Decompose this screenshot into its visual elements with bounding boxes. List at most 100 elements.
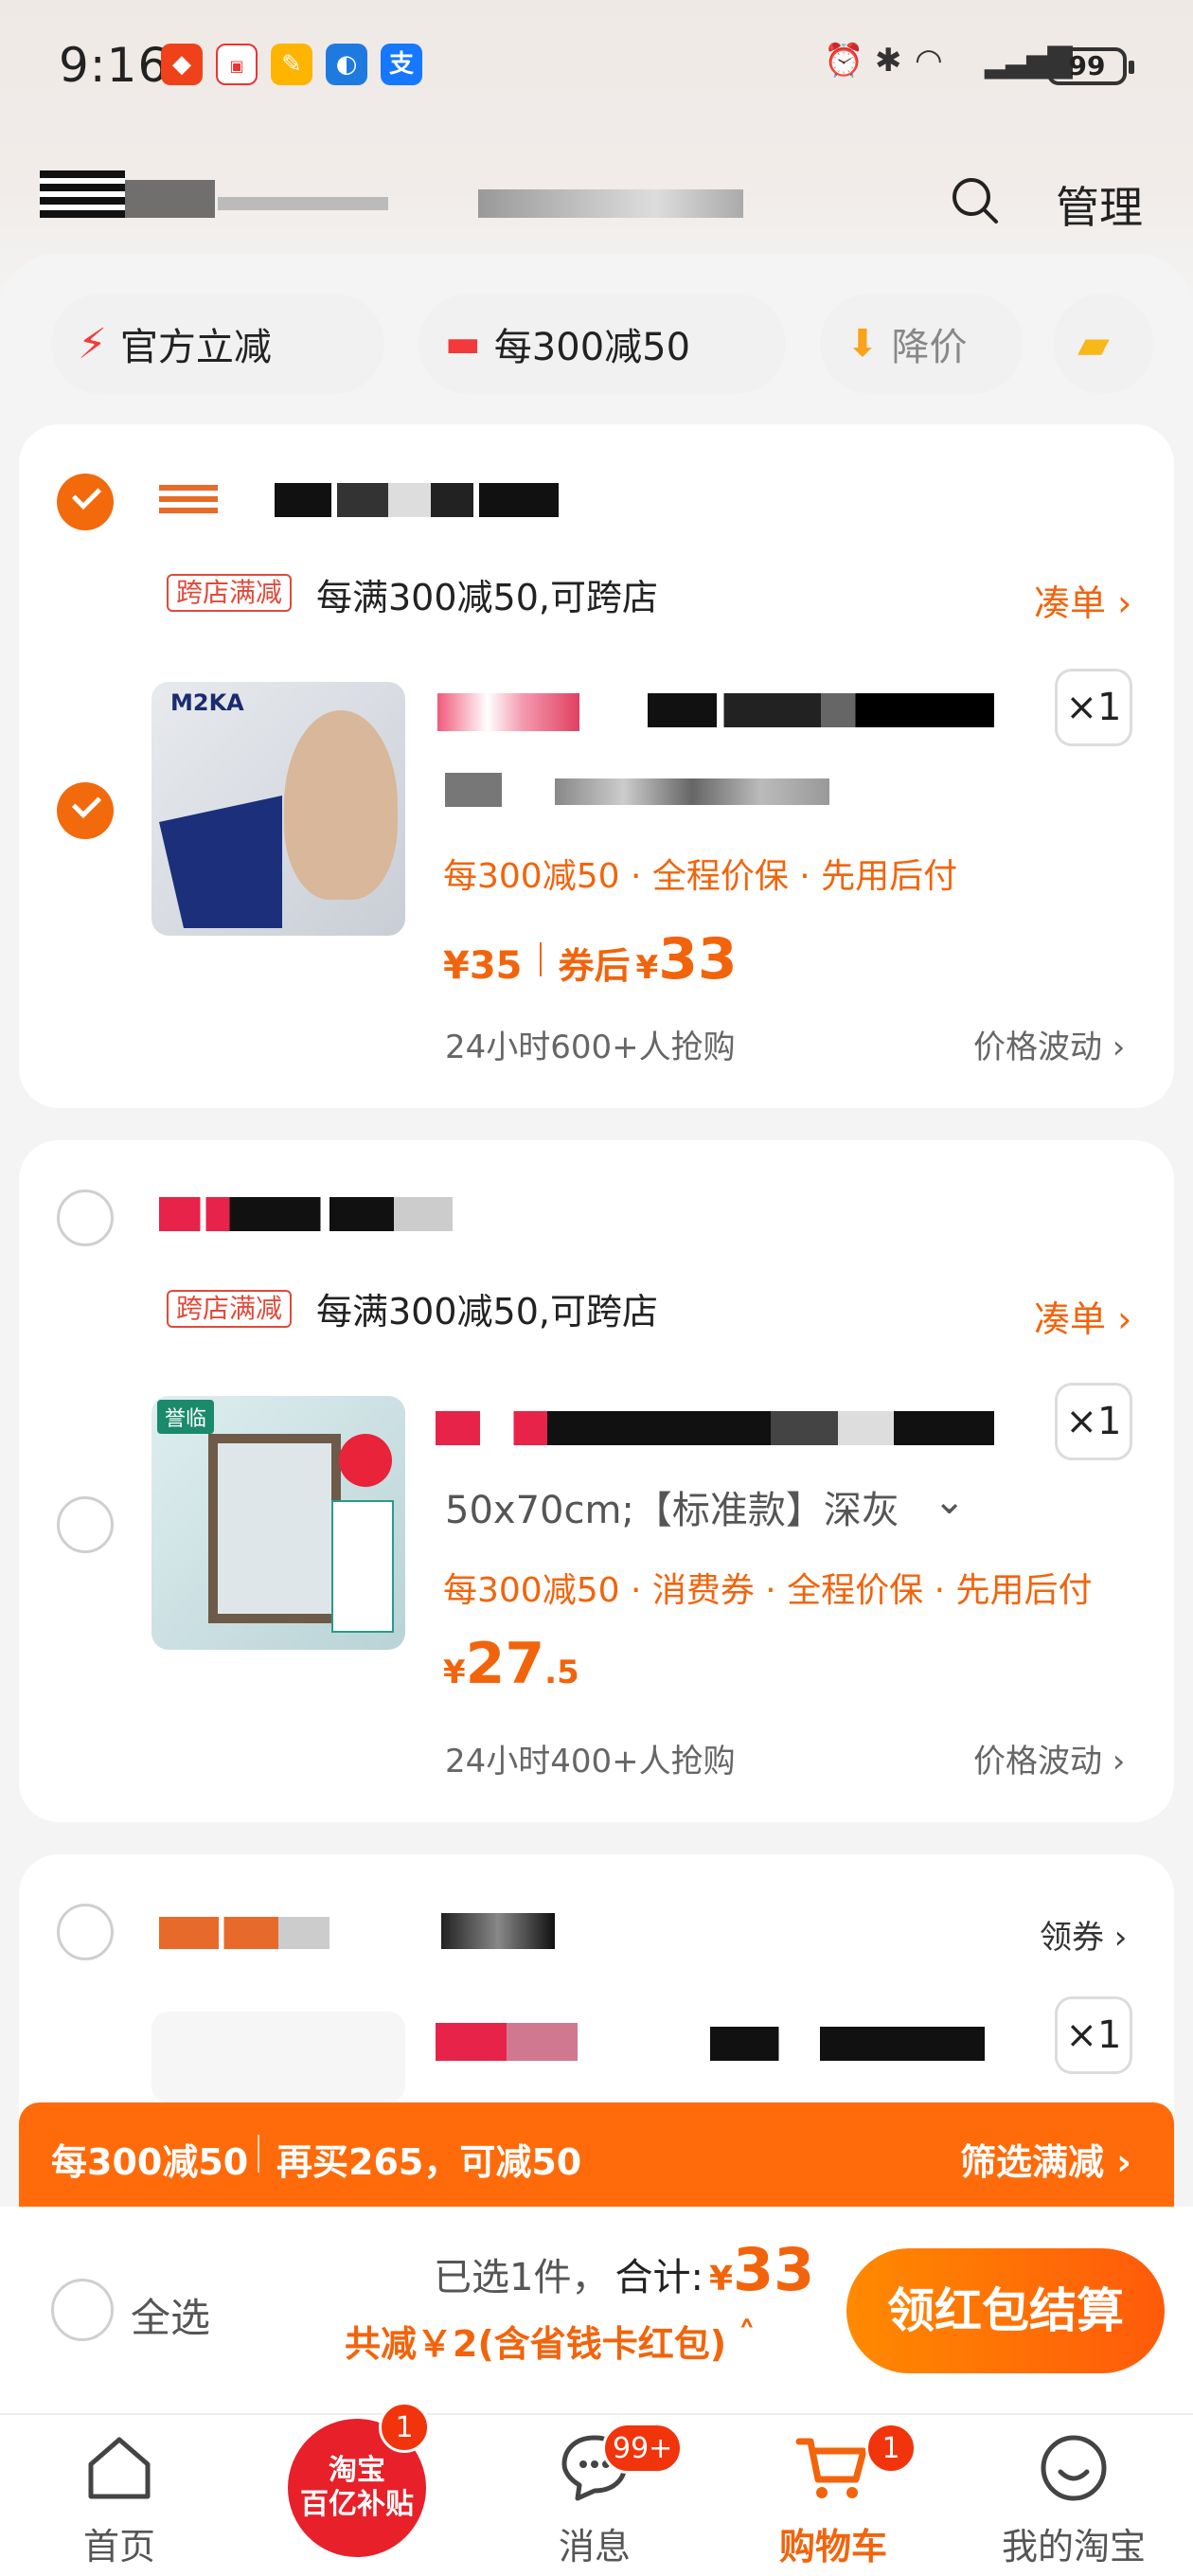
chevron-down-icon: ⌄ [933, 1479, 966, 1523]
sku-selector[interactable]: 50x70cm;【标准款】深灰 ⌄ [445, 1479, 965, 1534]
selected-count: 已选1件， [434, 2256, 610, 2299]
brand-logo-text: 誉临 [157, 1400, 215, 1434]
sku-text: 50x70cm;【标准款】深灰 [445, 1489, 899, 1532]
select-all-label: 全选 [131, 2295, 211, 2341]
promo-text: 每满300减50,可跨店 [316, 577, 658, 618]
list-price: ¥35 [443, 944, 523, 988]
model-photo [284, 710, 398, 900]
shop-checkbox[interactable] [57, 474, 114, 530]
redacted-product-title [445, 773, 502, 807]
notification-badge: 1 [379, 2402, 430, 2453]
price-integer: 27 [465, 1631, 545, 1697]
redacted-title [40, 170, 125, 218]
alipay-icon: 支 [381, 44, 422, 85]
make-order-link[interactable]: 凑单 › [1034, 1290, 1131, 1342]
tab-my-taobao[interactable]: 我的淘宝 [979, 2430, 1168, 2569]
shop-checkbox[interactable] [57, 1190, 114, 1246]
price-row: ¥35 券后 ¥ 33 [443, 926, 738, 993]
savings-text: 共减￥2(含省钱卡红包) [345, 2323, 727, 2365]
notification-app-icon: ◆ [161, 44, 203, 85]
tab-label: 淘宝 百亿补贴 [300, 2454, 414, 2521]
redacted-title [218, 197, 388, 210]
price-trend-link[interactable]: 价格波动 › [973, 1021, 1125, 1067]
product-image[interactable] [151, 2012, 405, 2102]
divider [258, 2135, 259, 2173]
redacted-shop-name [159, 1917, 329, 1949]
filter-discount-link[interactable]: 筛选满减 › [960, 2133, 1131, 2185]
redacted-product-title [437, 693, 579, 731]
battery-indicator: 99 [1047, 47, 1134, 85]
currency-symbol: ¥ [708, 2260, 733, 2299]
new-upgrade-badge [339, 1434, 392, 1487]
redacted-shop-name [159, 485, 218, 513]
tab-label: 首页 [82, 2526, 155, 2567]
window-frame [208, 1434, 341, 1623]
cross-store-tag: 跨店满减 [167, 1290, 293, 1328]
status-bar: 9:16 ◆ ▣ ✎ ◐ 支 ⏰ ✱ ◠ ▂▃▅▇ 99 [0, 0, 1193, 133]
currency-symbol: ¥ [635, 949, 659, 987]
tab-label: 我的淘宝 [1001, 2526, 1146, 2567]
discount-rule: 每300减50 [51, 2141, 249, 2183]
smiley-icon [1041, 2435, 1107, 2501]
promo-text: 每满300减50,可跨店 [316, 1291, 658, 1333]
redacted-product-title [555, 778, 829, 805]
home-icon [88, 2437, 151, 2499]
redacted-product-title [648, 693, 994, 727]
tab-home[interactable]: 首页 [25, 2430, 214, 2569]
chevron-up-icon: ˄ [738, 2315, 757, 2356]
notification-app-icon: ◐ [326, 44, 367, 85]
quantity-stepper[interactable]: ×1 [1055, 1996, 1132, 2074]
notification-badge: 99+ [602, 2423, 684, 2474]
chip-label: 每300减50 [493, 326, 691, 369]
product-image[interactable]: 誉临 [151, 1396, 405, 1650]
price-drop-icon: ⬇ [846, 322, 879, 366]
alarm-icon: ⏰ [824, 42, 864, 80]
folder-icon: ▰ [1077, 319, 1110, 368]
chip-official-discount[interactable]: ⚡ 官方立减 [51, 294, 384, 394]
redacted-product-title [436, 2023, 578, 2061]
promo-badges: 每300减50 · 消费券 · 全程价保 · 先用后付 [443, 1571, 1093, 1610]
price-trend-link[interactable]: 价格波动 › [973, 1735, 1125, 1781]
promo-badges: 每300减50 · 全程价保 · 先用后付 [443, 857, 958, 896]
quantity-stepper[interactable]: ×1 [1055, 1383, 1132, 1460]
redacted-product-title [710, 2027, 985, 2061]
price-divider [539, 942, 542, 976]
redacted-title [125, 180, 215, 218]
wifi-icon: ◠ [915, 42, 943, 80]
savings-detail[interactable]: 共减￥2(含省钱卡红包) ˄ [345, 2315, 756, 2367]
discount-progress-bar[interactable]: 每300减50 再买265，可减50 筛选满减 › [19, 2102, 1174, 2209]
chip-per-300-minus-50[interactable]: ▬ 每300减50 [418, 294, 786, 394]
redacted-shop-name [275, 483, 559, 517]
notification-badge: 1 [865, 2423, 917, 2474]
chip-folder[interactable]: ▰ [1053, 294, 1153, 394]
checkout-button[interactable]: 领红包结算 [846, 2248, 1165, 2373]
manage-button[interactable]: 管理 [1056, 173, 1143, 236]
quantity-stepper[interactable]: ×1 [1055, 669, 1132, 746]
price-row: ¥ 27 .5 [443, 1631, 579, 1697]
after-coupon-label: 券后 [558, 945, 631, 987]
make-order-link[interactable]: 凑单 › [1034, 574, 1131, 626]
chip-price-drop[interactable]: ⬇ 降价 [820, 294, 1023, 394]
redacted-product-title [436, 1411, 994, 1445]
item-checkbox[interactable] [57, 1496, 114, 1553]
cart-icon [795, 2438, 867, 2498]
cross-store-tag: 跨店满减 [167, 574, 293, 612]
get-coupon-link[interactable]: 领券 › [1040, 1911, 1127, 1958]
shop-checkbox[interactable] [57, 1904, 114, 1960]
tab-label: 购物车 [778, 2526, 887, 2567]
sales-hint: 24小时400+人抢购 [445, 1743, 736, 1780]
mask-package [159, 796, 282, 928]
lightning-icon: ⚡ [78, 319, 107, 368]
total-amount: 33 [733, 2235, 815, 2304]
after-coupon-price: 33 [658, 926, 738, 993]
product-image[interactable]: M2KA [151, 682, 405, 936]
total-label: 合计: [614, 2256, 703, 2299]
item-checkbox[interactable] [57, 782, 114, 839]
checkout-bar: 全选 已选1件， 合计: ¥ 33 共减￥2(含省钱卡红包) ˄ 领红包结算 [0, 2207, 1193, 2415]
redacted-shop-name [159, 1197, 453, 1231]
search-icon[interactable] [951, 176, 1000, 225]
tab-label: 消息 [558, 2526, 631, 2567]
select-all-checkbox[interactable] [51, 2279, 114, 2341]
brand-logo-text: M2KA [170, 689, 244, 716]
bluetooth-icon: ✱ [875, 42, 902, 80]
